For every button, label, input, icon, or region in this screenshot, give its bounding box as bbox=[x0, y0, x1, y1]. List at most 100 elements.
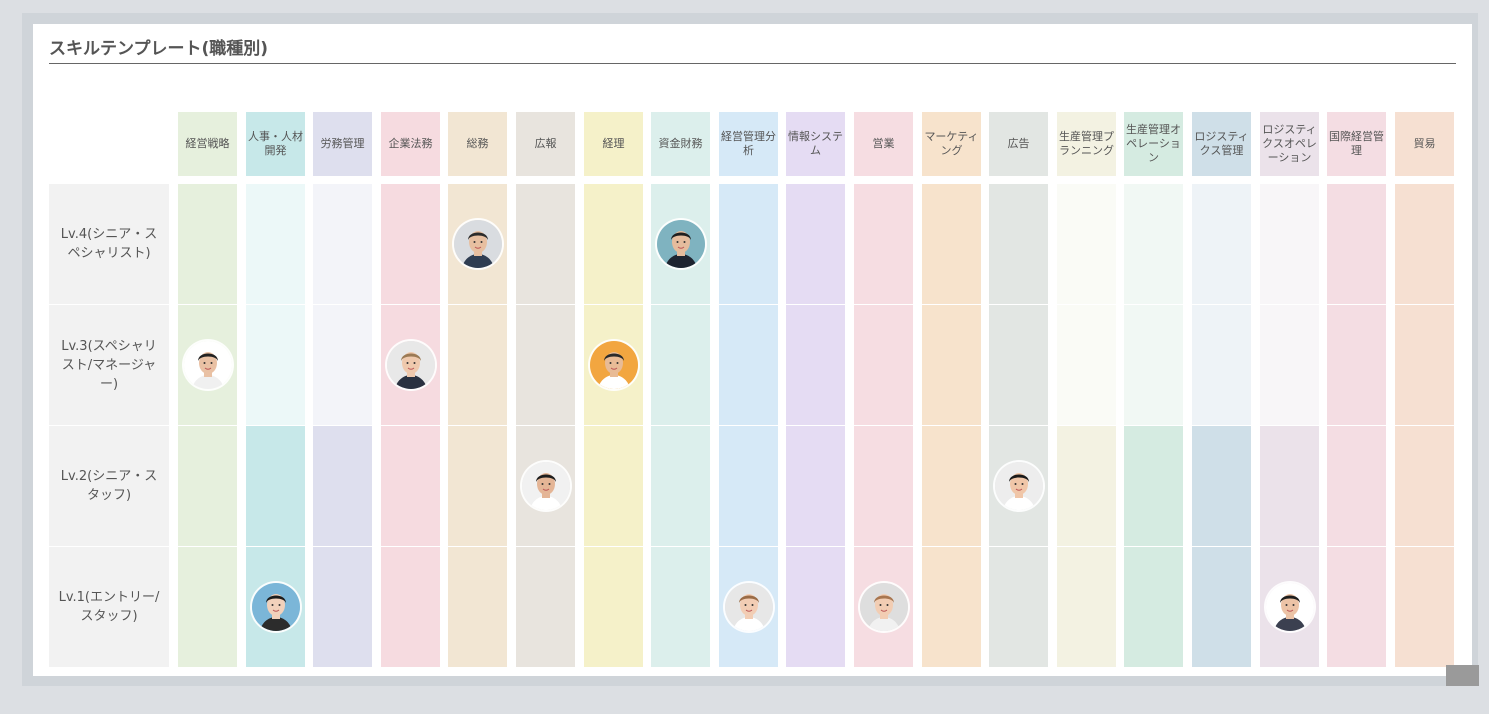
skill-template-card: スキルテンプレート(職種別) Lv.4(シニア・スペシャリスト) Lv.3(スペシ… bbox=[33, 24, 1472, 676]
matrix-cell bbox=[584, 547, 643, 667]
column-header: 国際経営管理 bbox=[1327, 112, 1386, 176]
matrix-cell bbox=[922, 184, 981, 304]
employee-avatar[interactable] bbox=[724, 583, 773, 631]
matrix-cell bbox=[448, 305, 507, 425]
matrix-cell bbox=[989, 184, 1048, 304]
matrix-cell bbox=[1260, 184, 1319, 304]
matrix-cell bbox=[1192, 184, 1251, 304]
matrix-cell bbox=[1057, 547, 1116, 667]
matrix-cell bbox=[246, 426, 305, 546]
column-header: 貿易 bbox=[1395, 112, 1454, 176]
matrix-cell bbox=[922, 305, 981, 425]
matrix-cell bbox=[854, 184, 913, 304]
row-label-lv1: Lv.1(エントリー/スタッフ) bbox=[49, 547, 169, 667]
employee-avatar[interactable] bbox=[859, 583, 908, 631]
employee-avatar[interactable] bbox=[656, 220, 705, 268]
matrix-cell bbox=[381, 184, 440, 304]
column-header: 営業 bbox=[854, 112, 913, 176]
matrix-cell bbox=[922, 426, 981, 546]
matrix-cell bbox=[786, 547, 845, 667]
matrix-cell bbox=[246, 184, 305, 304]
matrix-cell bbox=[651, 305, 710, 425]
matrix-cell bbox=[651, 547, 710, 667]
matrix-cell bbox=[1057, 184, 1116, 304]
column-header: 情報システム bbox=[786, 112, 845, 176]
matrix-cell bbox=[178, 547, 237, 667]
matrix-cell bbox=[246, 305, 305, 425]
matrix-cell bbox=[1192, 547, 1251, 667]
matrix-cell bbox=[1057, 426, 1116, 546]
matrix-cell bbox=[1395, 547, 1454, 667]
matrix-cell bbox=[1124, 547, 1183, 667]
matrix-cell bbox=[1124, 426, 1183, 546]
matrix-cell bbox=[516, 547, 575, 667]
column-header: 経理 bbox=[584, 112, 643, 176]
employee-avatar[interactable] bbox=[521, 462, 570, 510]
matrix-cell bbox=[786, 426, 845, 546]
matrix-cell bbox=[381, 547, 440, 667]
column-header: マーケティング bbox=[922, 112, 981, 176]
column-header: 労務管理 bbox=[313, 112, 372, 176]
column-header: 人事・人材開発 bbox=[246, 112, 305, 176]
matrix-cell bbox=[448, 547, 507, 667]
matrix-cell bbox=[1192, 426, 1251, 546]
matrix-cell bbox=[1327, 305, 1386, 425]
matrix-cell bbox=[719, 305, 778, 425]
matrix-cell bbox=[1395, 426, 1454, 546]
column-header: 生産管理プランニング bbox=[1057, 112, 1116, 176]
row-label-lv2: Lv.2(シニア・スタッフ) bbox=[49, 426, 169, 546]
employee-avatar[interactable] bbox=[386, 341, 435, 389]
matrix-cell bbox=[1260, 426, 1319, 546]
column-header: ロジスティクス管理 bbox=[1192, 112, 1251, 176]
employee-avatar[interactable] bbox=[994, 462, 1043, 510]
matrix-cell bbox=[313, 305, 372, 425]
employee-avatar[interactable] bbox=[1265, 583, 1314, 631]
matrix-cell bbox=[922, 547, 981, 667]
row-label-lv4: Lv.4(シニア・スペシャリスト) bbox=[49, 184, 169, 304]
column-header: 広報 bbox=[516, 112, 575, 176]
matrix-cell bbox=[1124, 305, 1183, 425]
skill-matrix: Lv.4(シニア・スペシャリスト) Lv.3(スペシャリスト/マネージャー) Lv.… bbox=[33, 24, 1472, 676]
matrix-cell bbox=[313, 184, 372, 304]
column-header: 経営戦略 bbox=[178, 112, 237, 176]
column-header: 資金財務 bbox=[651, 112, 710, 176]
column-header: ロジスティクスオペレーション bbox=[1260, 112, 1319, 176]
matrix-cell bbox=[719, 426, 778, 546]
employee-avatar[interactable] bbox=[183, 341, 232, 389]
matrix-cell bbox=[313, 547, 372, 667]
scroll-corner[interactable] bbox=[1446, 665, 1479, 686]
matrix-cell bbox=[584, 426, 643, 546]
matrix-cell bbox=[1327, 184, 1386, 304]
matrix-cell bbox=[651, 426, 710, 546]
column-header: 広告 bbox=[989, 112, 1048, 176]
matrix-cell bbox=[989, 547, 1048, 667]
matrix-cell bbox=[1395, 305, 1454, 425]
matrix-cell bbox=[1124, 184, 1183, 304]
matrix-cell bbox=[178, 184, 237, 304]
matrix-cell bbox=[854, 305, 913, 425]
matrix-cell bbox=[786, 184, 845, 304]
matrix-cell bbox=[516, 305, 575, 425]
matrix-cell bbox=[719, 184, 778, 304]
matrix-cell bbox=[989, 305, 1048, 425]
matrix-cell bbox=[1327, 426, 1386, 546]
column-header: 企業法務 bbox=[381, 112, 440, 176]
matrix-cell bbox=[313, 426, 372, 546]
column-header: 総務 bbox=[448, 112, 507, 176]
employee-avatar[interactable] bbox=[453, 220, 502, 268]
matrix-cell bbox=[448, 426, 507, 546]
employee-avatar[interactable] bbox=[589, 341, 638, 389]
matrix-cell bbox=[178, 426, 237, 546]
matrix-cell bbox=[1395, 184, 1454, 304]
employee-avatar[interactable] bbox=[251, 583, 300, 631]
column-header: 経営管理分析 bbox=[719, 112, 778, 176]
matrix-cell bbox=[1057, 305, 1116, 425]
matrix-cell bbox=[516, 184, 575, 304]
matrix-cell bbox=[1260, 305, 1319, 425]
matrix-cell bbox=[786, 305, 845, 425]
matrix-cell bbox=[1192, 305, 1251, 425]
matrix-cell bbox=[584, 184, 643, 304]
matrix-cell bbox=[854, 426, 913, 546]
column-header: 生産管理オペレーション bbox=[1124, 112, 1183, 176]
row-label-lv3: Lv.3(スペシャリスト/マネージャー) bbox=[49, 305, 169, 425]
